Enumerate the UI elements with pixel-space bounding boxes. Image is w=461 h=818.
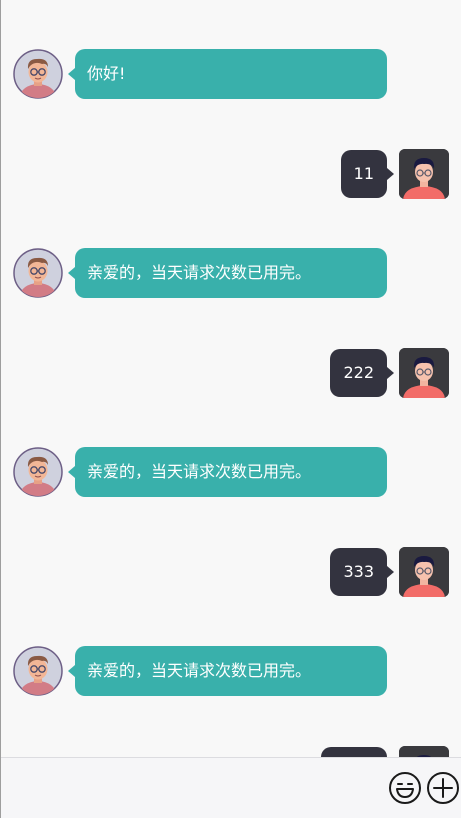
user-message-bubble: 222 xyxy=(330,349,394,397)
chat-message-list[interactable]: 你好! 11 亲爱的，当天请求次数已用完。 222 亲爱的，当天请求次数已用完。… xyxy=(1,0,461,757)
bot-avatar[interactable] xyxy=(13,447,63,497)
emoji-button[interactable] xyxy=(388,771,422,805)
user-message-bubble: 11 xyxy=(340,150,395,198)
plus-circle-icon xyxy=(427,772,459,804)
message-row-user: 11 xyxy=(1,149,461,201)
bot-avatar-icon xyxy=(13,447,63,497)
user-avatar-icon xyxy=(399,149,449,199)
message-row-bot: 你好! xyxy=(1,49,461,101)
user-avatar[interactable] xyxy=(399,547,449,597)
message-row-user xyxy=(1,746,461,757)
message-row-bot: 亲爱的，当天请求次数已用完。 xyxy=(1,447,461,499)
bot-avatar[interactable] xyxy=(13,248,63,298)
message-row-bot: 亲爱的，当天请求次数已用完。 xyxy=(1,248,461,300)
bot-message-bubble: 亲爱的，当天请求次数已用完。 xyxy=(68,646,387,696)
message-input[interactable] xyxy=(1,758,375,818)
emoji-icon xyxy=(389,772,421,804)
message-row-user: 222 xyxy=(1,348,461,400)
user-avatar[interactable] xyxy=(399,746,449,757)
user-message-bubble xyxy=(321,747,387,757)
user-avatar-icon xyxy=(399,348,449,398)
user-avatar[interactable] xyxy=(399,149,449,199)
message-row-bot: 亲爱的，当天请求次数已用完。 xyxy=(1,646,461,698)
bot-avatar-icon xyxy=(13,646,63,696)
bot-message-bubble: 你好! xyxy=(68,49,387,99)
bot-message-bubble: 亲爱的，当天请求次数已用完。 xyxy=(68,248,387,298)
bot-message-bubble: 亲爱的，当天请求次数已用完。 xyxy=(68,447,387,497)
user-avatar-icon xyxy=(399,547,449,597)
bot-avatar-icon xyxy=(13,49,63,99)
user-message-bubble: 333 xyxy=(330,548,394,596)
add-attachment-button[interactable] xyxy=(426,771,460,805)
bot-avatar[interactable] xyxy=(13,49,63,99)
message-row-user: 333 xyxy=(1,547,461,599)
message-input-bar xyxy=(1,757,461,818)
user-avatar[interactable] xyxy=(399,348,449,398)
bot-avatar-icon xyxy=(13,248,63,298)
bot-avatar[interactable] xyxy=(13,646,63,696)
user-avatar-icon xyxy=(399,746,449,757)
